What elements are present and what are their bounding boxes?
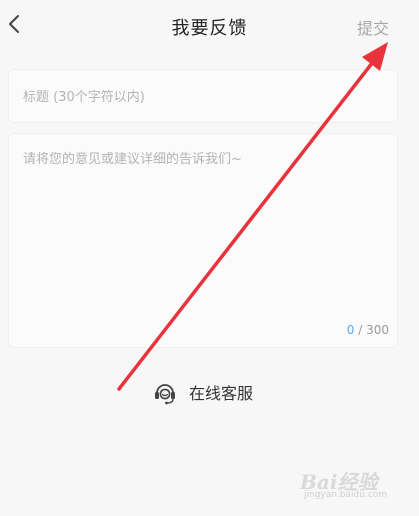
content-textarea[interactable] (21, 148, 389, 312)
character-counter: 0 / 300 (347, 323, 389, 337)
content-field-card: 0 / 300 (8, 133, 398, 348)
char-count-separator: / (354, 323, 367, 337)
watermark-url: jingyan.baidu.com (304, 490, 388, 500)
title-input[interactable] (21, 70, 385, 124)
char-count-max: 300 (366, 323, 389, 337)
submit-button[interactable]: 提交 (357, 15, 389, 39)
online-service-button[interactable]: 在线客服 (151, 378, 253, 406)
feedback-page: 我要反馈 提交 0 / 300 在线客服 (0, 0, 419, 516)
title-field-card (8, 69, 398, 124)
headset-icon (155, 384, 175, 405)
baidu-jingyan-watermark: Bai经验 jingyan.baidu.com (300, 462, 410, 506)
online-service-label: 在线客服 (189, 384, 254, 403)
header-bar: 我要反馈 提交 (0, 0, 419, 52)
